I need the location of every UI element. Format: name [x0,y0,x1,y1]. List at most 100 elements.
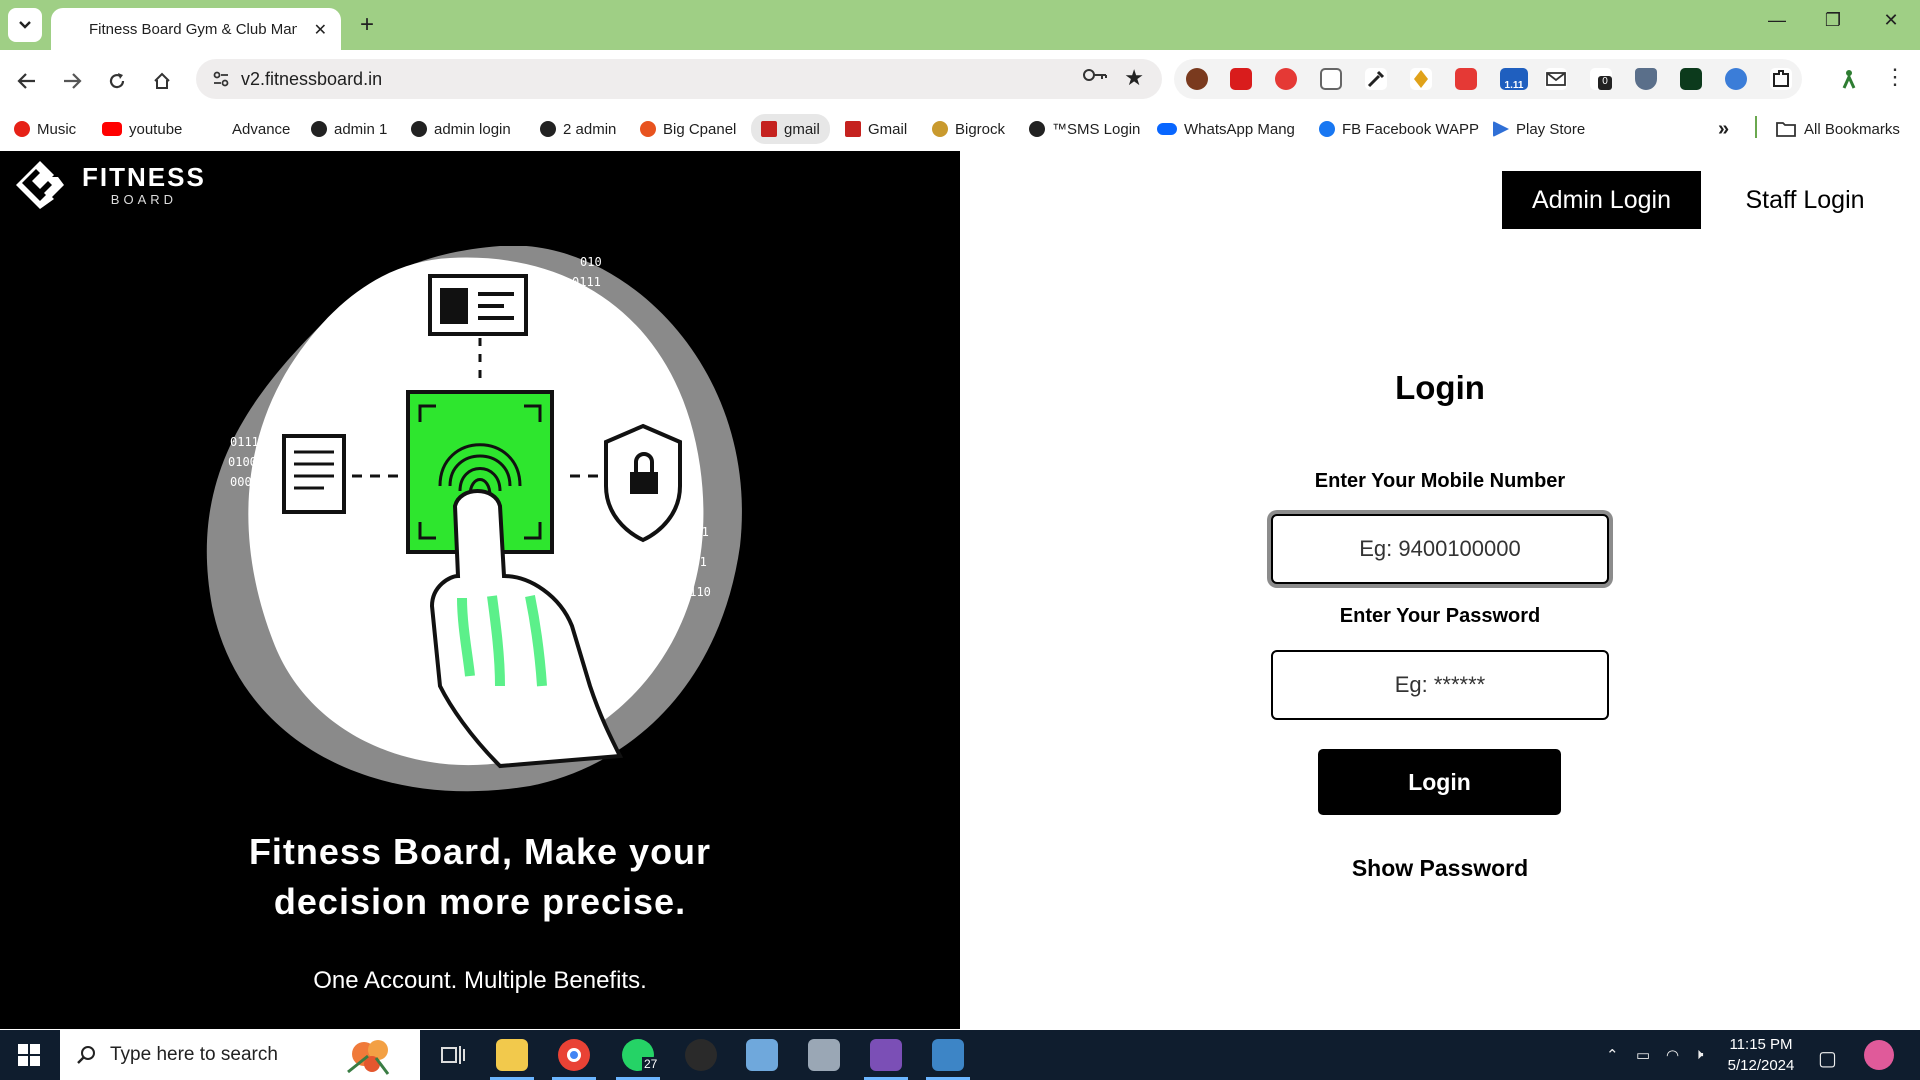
window-close-icon[interactable]: ✕ [1876,10,1906,31]
bookmark-bigrock[interactable]: Bigrock [932,114,1005,144]
home-button[interactable] [147,66,177,96]
chrome-icon[interactable] [558,1039,590,1071]
bookmark-music[interactable]: Music [14,114,76,144]
site-info-icon[interactable] [210,68,232,90]
terminal-extension-icon[interactable] [1680,68,1702,90]
svg-text:0111: 0111 [230,435,259,449]
all-bookmarks[interactable]: All Bookmarks [1776,114,1900,144]
remote-desktop-icon[interactable] [808,1039,840,1071]
profile-avatar-icon[interactable] [1838,68,1860,90]
show-password-toggle[interactable]: Show Password [960,855,1920,882]
search-placeholder: Type here to search [110,1044,278,1065]
file-explorer-icon[interactable] [496,1039,528,1071]
svg-text:1001: 1001 [680,525,709,539]
tray-chevron-icon[interactable]: ⌃ [1606,1046,1619,1064]
more-menu-icon[interactable]: ⋮ [1884,64,1906,90]
bookmark-gmail[interactable]: Gmail [845,114,907,144]
bookmark-2-admin[interactable]: 2 admin [540,114,616,144]
password-label: Enter Your Password [1339,605,1541,627]
battery-icon[interactable]: ▭ [1636,1046,1650,1064]
svg-text:1110: 1110 [682,585,711,599]
notepad-icon[interactable] [746,1039,778,1071]
bookmark-play-store[interactable]: Play Store [1493,114,1585,144]
url-text[interactable]: v2.fitnessboard.in [241,69,382,90]
globe-icon [411,121,427,137]
reload-button[interactable] [102,66,132,96]
queue-extension-icon[interactable]: 1.11 [1500,68,1528,91]
globe-icon [540,121,556,137]
facebook-icon [1319,121,1335,137]
password-input[interactable] [1271,650,1609,720]
svg-text:0001: 0001 [230,475,259,489]
browser-tab-strip: Fitness Board Gym & Club Management ✕ + … [0,0,1920,50]
svg-text:0100: 0100 [228,455,257,469]
password-key-icon[interactable] [1082,67,1108,88]
app-window-icon[interactable] [932,1039,964,1071]
bookmark-admin-login[interactable]: admin login [411,114,511,144]
whatsapp-icon[interactable]: 27 [622,1039,660,1071]
diamond-extension-icon[interactable] [1410,68,1432,90]
extension-badge: 1.11 [1504,80,1524,91]
minimize-icon[interactable]: — [1762,10,1792,31]
tab-search-button[interactable] [8,8,42,42]
visual-studio-icon[interactable] [870,1039,902,1071]
shield-extension-icon[interactable] [1635,68,1657,90]
clock-date: 5/12/2024 [1727,1057,1795,1074]
mobile-number-input[interactable] [1271,514,1609,584]
meta-icon [1157,123,1177,135]
login-heading: Login [1395,369,1485,406]
forward-button[interactable] [57,66,87,96]
home-icon [154,72,170,89]
system-clock[interactable]: 11:15 PM 5/12/2024 [1716,1034,1806,1076]
puzzle-icon[interactable] [1770,68,1792,90]
active-tab[interactable]: Fitness Board Gym & Club Management ✕ [51,8,341,50]
bookmark-admin-1[interactable]: admin 1 [311,114,387,144]
blocker-extension-icon[interactable] [1275,68,1297,90]
bookmark-star-icon[interactable]: ★ [1124,65,1144,91]
svg-text:110: 110 [580,315,602,329]
copilot-icon[interactable] [1864,1040,1894,1070]
mail-extension-icon[interactable] [1545,68,1567,90]
youtube-extension-icon[interactable] [1230,68,1252,90]
more-bookmarks-icon[interactable]: » [1718,114,1729,144]
bookmark-sms-login[interactable]: ™SMS Login [1029,114,1140,144]
task-view-icon[interactable] [436,1039,468,1071]
eyedropper-extension-icon[interactable] [1365,68,1387,90]
back-button[interactable] [12,66,42,96]
bookmark-advance[interactable]: Advance [232,114,290,144]
window-extension-icon[interactable] [1320,68,1342,90]
restore-icon[interactable]: ❐ [1818,10,1848,31]
notification-icon[interactable]: ▢ [1818,1046,1837,1071]
wifi-icon[interactable]: ◠ [1666,1046,1679,1064]
fingerprint-security-illustration: 010 0111 1 10 110 0111 0100 0001 01 1001 0001 11… [206,246,742,792]
whatsapp-badge: 27 [642,1057,660,1071]
reload-icon [109,73,125,89]
globe-extension-icon[interactable] [1725,68,1747,90]
admin-login-button[interactable]: Admin Login [1502,171,1701,229]
bookmark-big-cpanel[interactable]: Big Cpanel [640,114,736,144]
address-bar[interactable]: v2.fitnessboard.in ★ [196,59,1162,99]
hero-subline: One Account. Multiple Benefits. [313,967,647,994]
fitness-board-logo[interactable]: FITNESS BOARD [14,159,206,211]
cookie-extension-icon[interactable] [1186,68,1208,90]
bookmark-youtube[interactable]: youtube [102,114,182,144]
gmail-icon [761,121,777,137]
volume-muted-icon[interactable]: 🕨 [1694,1046,1703,1063]
extensions-area [1174,59,1802,99]
new-tab-button[interactable]: + [352,10,382,40]
close-icon[interactable]: ✕ [314,20,327,40]
bg-extension-icon[interactable] [1455,68,1477,90]
svg-text:01: 01 [685,495,699,509]
bookmark-gmail-active[interactable]: gmail [751,114,830,144]
mobile-label: Enter Your Mobile Number [1314,470,1566,492]
bookmark-fb-facebook-wapp[interactable]: FB Facebook WAPP [1319,114,1479,144]
cloud-extension-icon[interactable]: 0 [1590,68,1612,90]
taskbar-search-box[interactable]: Type here to search [60,1030,420,1080]
hero-headline: Fitness Board, Make your decision more p… [248,831,712,922]
windows-start-icon[interactable] [18,1044,40,1066]
chatgpt-icon[interactable] [685,1039,717,1071]
cpanel-icon [640,121,656,137]
staff-login-button[interactable]: Staff Login [1720,171,1890,229]
bookmark-whatsapp-mang[interactable]: WhatsApp Mang [1157,114,1295,144]
login-submit-button[interactable]: Login [1318,749,1561,815]
